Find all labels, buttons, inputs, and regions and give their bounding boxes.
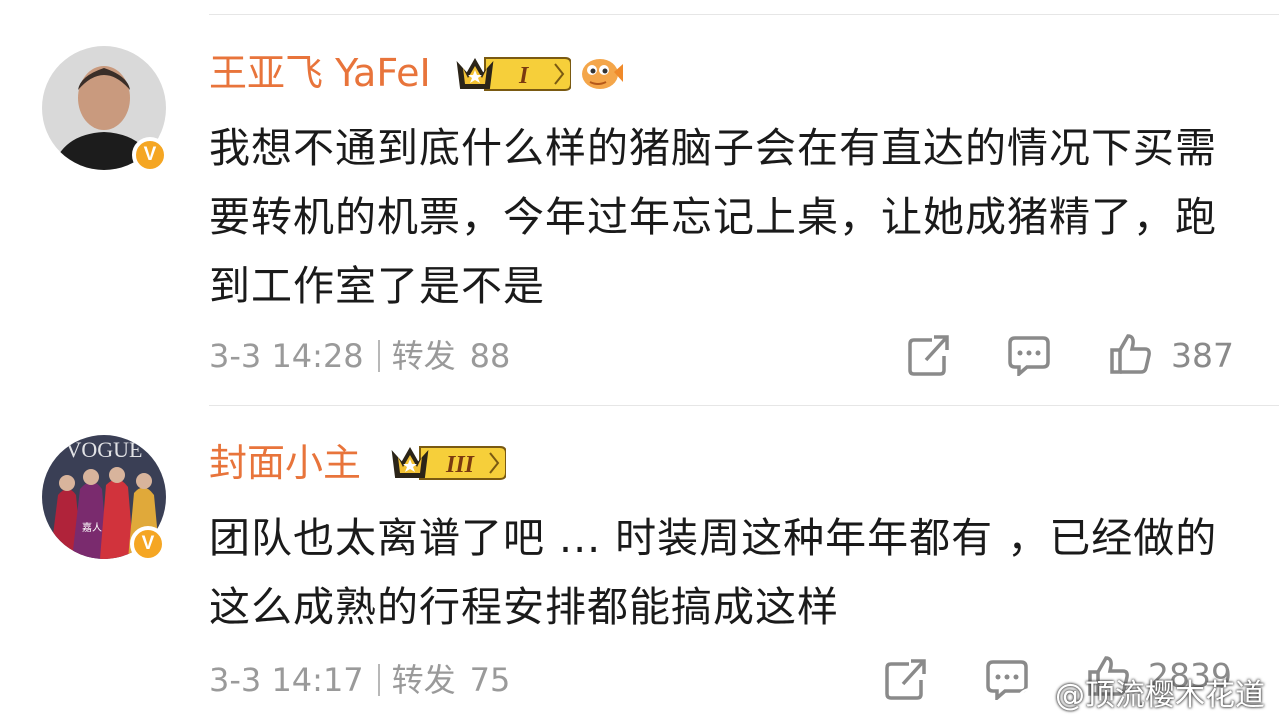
comment-meta: 3-3 14:28 转发 88 <box>209 336 510 376</box>
comment-text: 团队也太离谱了吧 ... 时装周这种年年都有 ，已经做的这么成熟的行程安排都能搞… <box>209 514 1218 631</box>
verified-v-icon: V <box>130 526 166 562</box>
comment-icon[interactable] <box>1007 334 1051 376</box>
level-label: I <box>518 63 530 89</box>
username[interactable]: 封面小主 <box>209 440 361 486</box>
repost-count: 88 <box>469 337 511 375</box>
crown-level-icon: III <box>391 446 506 480</box>
username[interactable]: 王亚飞 YaFeI <box>209 50 431 96</box>
like-icon[interactable] <box>1108 332 1152 376</box>
svg-text:VOGUE: VOGUE <box>66 437 143 462</box>
share-icon[interactable] <box>883 658 927 700</box>
share-icon[interactable] <box>906 334 950 376</box>
puffer-fish-icon <box>582 59 623 89</box>
watermark-text: @顶流樱木花道 <box>1055 678 1265 713</box>
repost-label[interactable]: 转发 <box>392 660 456 700</box>
verified-v-icon: V <box>132 137 168 173</box>
comment-divider <box>209 405 1279 406</box>
meta-separator <box>377 340 380 372</box>
timestamp: 3-3 14:28 <box>209 337 364 375</box>
comment-text: 我想不通到底什么样的猪脑子会在有直达的情况下买需要转机的机票，今年过年忘记上桌，… <box>209 124 1217 310</box>
meta-separator <box>377 664 380 696</box>
comment-meta: 3-3 14:17 转发 75 <box>209 660 510 700</box>
like-count: 387 <box>1171 336 1234 375</box>
crown-level-icon: I <box>456 57 571 91</box>
svg-text:嘉人: 嘉人 <box>82 521 102 534</box>
weibo-logo-icon <box>1017 683 1050 709</box>
repost-label[interactable]: 转发 <box>392 336 456 376</box>
watermark: @顶流樱木花道 <box>1017 670 1265 714</box>
timestamp: 3-3 14:17 <box>209 661 364 699</box>
top-divider <box>209 14 1279 15</box>
repost-count: 75 <box>469 661 511 699</box>
level-label: III <box>445 452 476 478</box>
